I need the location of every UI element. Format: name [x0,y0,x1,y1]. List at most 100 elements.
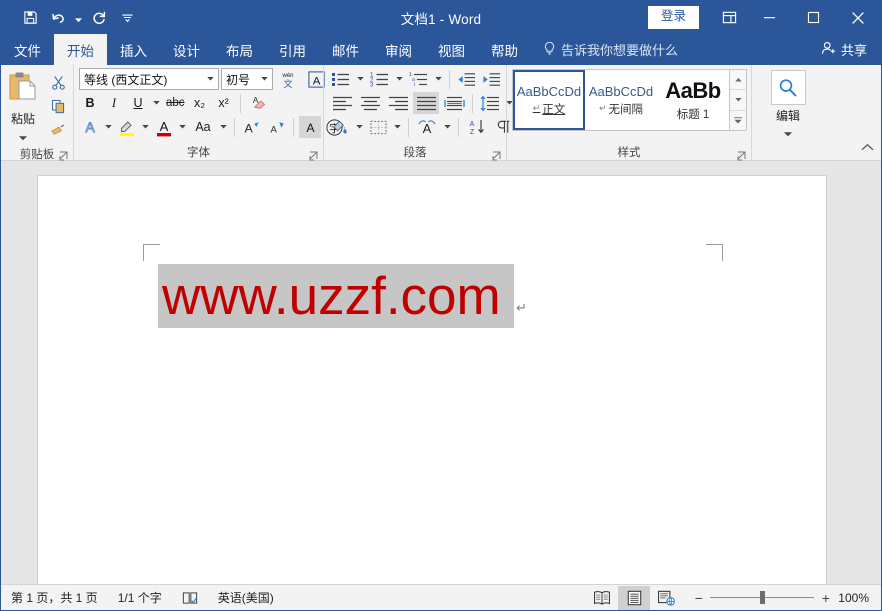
collapse-ribbon-icon[interactable] [861,139,874,157]
change-case-button[interactable]: Aa [190,116,216,138]
tab-insert[interactable]: 插入 [107,34,160,65]
highlight-color-button[interactable] [116,116,138,138]
customize-qat-icon[interactable] [114,6,140,30]
view-print-layout-button[interactable] [618,585,651,610]
zoom-slider[interactable] [710,585,815,611]
underline-dropdown-icon[interactable] [151,92,162,114]
asian-layout-dropdown-icon[interactable] [442,116,453,138]
font-color-button[interactable]: A [153,116,175,138]
sign-in-button[interactable]: 登录 [647,6,699,29]
format-painter-icon[interactable] [47,120,69,141]
view-web-layout-button[interactable] [650,586,682,610]
tab-mailings[interactable]: 邮件 [319,34,372,65]
borders-icon[interactable] [367,116,390,138]
multilevel-list-dropdown-icon[interactable] [433,68,444,90]
style-item-normal[interactable]: AaBbCcDd ↵ 正文 [513,70,585,130]
justify-icon[interactable] [413,92,439,114]
paragraph-dialog-launcher-icon[interactable] [492,148,502,161]
asian-layout-icon[interactable]: A [414,116,440,138]
tab-design[interactable]: 设计 [160,34,213,65]
tab-home[interactable]: 开始 [54,34,107,65]
undo-icon[interactable] [45,6,71,30]
styles-scroll-up-icon[interactable] [730,70,746,91]
character-shading-icon[interactable]: A [299,116,321,138]
save-icon[interactable] [17,6,43,30]
align-left-icon[interactable] [329,92,355,114]
style-item-heading-1[interactable]: AaBb 标题 1 [657,70,729,130]
multilevel-list-icon[interactable]: 1ai [407,68,431,90]
word-count[interactable]: 1/1 个字 [108,589,172,606]
tab-file[interactable]: 文件 [1,34,54,65]
ribbon-display-options-icon[interactable] [711,1,747,34]
shading-icon[interactable] [329,116,352,138]
font-name-combo[interactable]: 等线 (西文正文) [79,68,219,90]
tab-layout[interactable]: 布局 [213,34,266,65]
proofing-icon[interactable] [172,591,208,605]
numbering-icon[interactable]: 123 [368,68,392,90]
styles-scroll-down-icon[interactable] [730,90,746,111]
shrink-font-icon[interactable]: A [265,116,288,138]
increase-indent-icon[interactable] [480,68,503,90]
superscript-button[interactable]: x² [213,92,235,114]
font-name-chevron-down-icon[interactable] [203,77,218,81]
align-right-icon[interactable] [385,92,411,114]
font-color-dropdown-icon[interactable] [177,116,188,138]
share-button[interactable]: 共享 [821,34,881,65]
maximize-button[interactable] [791,1,835,34]
numbering-dropdown-icon[interactable] [394,68,405,90]
styles-dialog-launcher-icon[interactable] [737,148,747,161]
style-item-no-spacing[interactable]: AaBbCcDd ↵ 无间隔 [585,70,657,130]
subscript-button[interactable]: x₂ [189,92,211,114]
text-effects-icon[interactable]: A [79,116,101,138]
distribute-icon[interactable] [441,92,467,114]
tab-review[interactable]: 审阅 [372,34,425,65]
change-case-dropdown-icon[interactable] [218,116,229,138]
paste-button[interactable]: 粘贴 [1,69,45,146]
tab-references[interactable]: 引用 [266,34,319,65]
grow-font-icon[interactable]: A [240,116,263,138]
redo-icon[interactable] [86,6,112,30]
paste-dropdown-icon[interactable] [19,128,27,146]
editing-button[interactable]: 编辑 [762,70,814,142]
view-read-mode-button[interactable] [586,586,618,610]
font-dialog-launcher-icon[interactable] [309,148,319,161]
shading-dropdown-icon[interactable] [354,116,365,138]
document-area[interactable]: www.uzzf.com ↵ [1,161,881,584]
bullets-icon[interactable] [329,68,353,90]
document-page[interactable]: www.uzzf.com ↵ [37,175,827,584]
cut-icon[interactable] [47,72,69,93]
document-text[interactable]: www.uzzf.com [162,269,501,325]
font-size-combo[interactable]: 初号 [221,68,273,90]
line-spacing-icon[interactable] [478,92,502,114]
zoom-in-button[interactable]: + [821,590,830,606]
language-indicator[interactable]: 英语(美国) [208,589,284,606]
tab-view[interactable]: 视图 [425,34,478,65]
align-center-icon[interactable] [357,92,383,114]
strikethrough-button[interactable]: abc [164,92,187,114]
tab-help[interactable]: 帮助 [478,34,531,65]
clear-formatting-icon[interactable]: A [246,92,269,114]
highlight-color-dropdown-icon[interactable] [140,116,151,138]
styles-more-icon[interactable] [730,110,746,130]
undo-dropdown-icon[interactable] [73,6,84,30]
copy-icon[interactable] [47,96,69,117]
zoom-out-button[interactable]: − [694,590,703,606]
editing-dropdown-icon[interactable] [784,124,792,142]
phonetic-guide-icon[interactable]: wén 文 [275,68,301,90]
decrease-indent-icon[interactable] [455,68,478,90]
font-size-chevron-down-icon[interactable] [257,77,272,81]
italic-button[interactable]: I [103,92,125,114]
sort-icon[interactable]: AZ [464,116,490,138]
minimize-button[interactable] [747,1,791,34]
page-info[interactable]: 第 1 页，共 1 页 [1,589,108,606]
zoom-slider-thumb[interactable] [760,591,766,604]
tell-me-box[interactable]: 告诉我你想要做什么 [531,34,678,65]
zoom-level-label[interactable]: 100% [838,591,881,605]
bold-button[interactable]: B [79,92,101,114]
text-effects-dropdown-icon[interactable] [103,116,114,138]
clipboard-dialog-launcher-icon[interactable] [59,148,69,161]
underline-button[interactable]: U [127,92,149,114]
close-button[interactable] [835,1,881,34]
bullets-dropdown-icon[interactable] [355,68,366,90]
borders-dropdown-icon[interactable] [392,116,403,138]
